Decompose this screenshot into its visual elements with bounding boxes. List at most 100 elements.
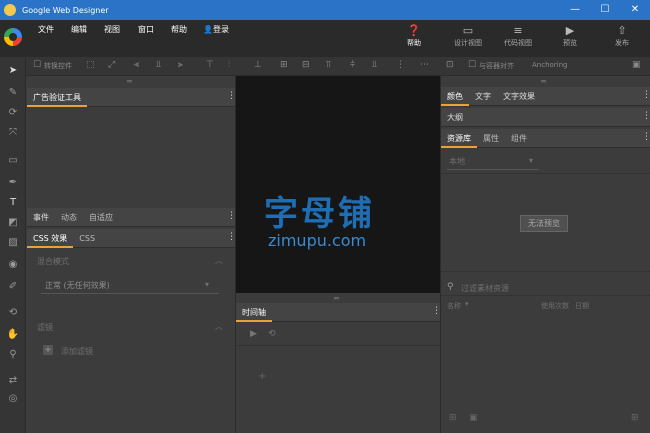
distribute-bottom-icon[interactable]: ⫫ xyxy=(372,60,377,70)
settings-icon[interactable]: ▣ xyxy=(632,60,641,70)
column-usage[interactable]: 使用次数 xyxy=(541,301,569,311)
tab-timeline[interactable]: 时间轴 xyxy=(236,303,272,322)
tab-responsive[interactable]: 自适应 xyxy=(83,208,119,227)
distribute-v-icon[interactable]: ⊟ xyxy=(302,60,310,70)
close-button[interactable]: ✕ xyxy=(620,0,650,20)
folder-icon[interactable]: ▣ xyxy=(469,413,478,423)
selection-tool-icon[interactable]: ➤ xyxy=(6,64,20,78)
more-options-icon[interactable]: ⋮ xyxy=(642,132,650,142)
tab-library[interactable]: 资源库 xyxy=(441,129,477,148)
event-panel-header: 事件 动态 自适应 ⋮ xyxy=(27,208,236,227)
more-options-icon[interactable]: ⋮ xyxy=(227,232,236,242)
tool-palette: ➤ ✎ ⟳ ⤧ ▭ ✒ T ◩ ▨ ◉ ✐ ⟲ ✋ ⚲ ⇄ ◎ xyxy=(0,58,26,433)
color-swap-icon[interactable]: ⇄ xyxy=(6,374,20,388)
panel-divider xyxy=(441,271,650,272)
scale-icon[interactable]: ⤢ xyxy=(108,60,115,70)
sort-arrow-icon[interactable]: ▾ xyxy=(465,300,469,308)
fill-stroke-icon[interactable]: ◎ xyxy=(6,392,20,406)
align-middle-icon[interactable]: ⊥ xyxy=(254,60,262,70)
blend-mode-select[interactable]: 正常 (无任何效果) xyxy=(45,280,110,291)
tab-text-effects[interactable]: 文字效果 xyxy=(497,87,541,106)
tab-css[interactable]: CSS xyxy=(73,229,101,248)
add-asset-icon[interactable]: ⊞ xyxy=(449,413,457,423)
drag-handle-icon[interactable]: ═ xyxy=(541,77,546,86)
path-tool-icon[interactable]: ✒ xyxy=(6,176,20,190)
align-right-icon[interactable]: ⫸ xyxy=(178,60,183,70)
align-top-icon[interactable]: ⊤ xyxy=(206,60,214,70)
tab-text[interactable]: 文字 xyxy=(469,87,497,106)
menu-window[interactable]: 窗口 xyxy=(138,24,154,35)
publish-button[interactable]: ⇧ 发布 xyxy=(600,24,644,48)
more-options-icon[interactable]: ⋮ xyxy=(432,306,441,316)
design-view-button[interactable]: ▭ 设计视图 xyxy=(446,24,490,48)
more-options-icon[interactable]: ⋮ xyxy=(227,91,236,101)
space-h-icon[interactable]: ⋮ xyxy=(396,60,405,70)
gradient-tool-icon[interactable]: ▨ xyxy=(6,236,20,250)
hand-tool-icon[interactable]: ✋ xyxy=(6,328,20,342)
loop-icon[interactable]: ⟲ xyxy=(268,329,276,339)
space-v-icon[interactable]: ⋯ xyxy=(420,60,429,70)
tab-color[interactable]: 颜色 xyxy=(441,87,469,106)
tab-dynamic[interactable]: 动态 xyxy=(55,208,83,227)
translate-tool-icon[interactable]: ⤧ xyxy=(6,126,20,140)
preview-button[interactable]: ▶ 预览 xyxy=(548,24,592,48)
local-source-select[interactable]: 本地 xyxy=(449,156,465,167)
convert-control-checkbox[interactable]: ☐ xyxy=(33,60,41,70)
maximize-button[interactable]: ☐ xyxy=(590,0,620,20)
drag-handle-icon[interactable]: ═ xyxy=(127,77,132,86)
panel-divider xyxy=(441,295,650,296)
menu-file[interactable]: 文件 xyxy=(38,24,54,35)
tab-css-effects[interactable]: CSS 效果 xyxy=(27,229,74,248)
play-icon[interactable]: ▶ xyxy=(250,329,257,339)
column-name[interactable]: 名称 xyxy=(447,301,461,311)
design-stage[interactable] xyxy=(236,76,440,293)
watermark-text: 字母铺 xyxy=(264,194,375,234)
drag-handle-icon[interactable]: ═ xyxy=(334,294,339,303)
distribute-center-icon[interactable]: ⫩ xyxy=(350,60,355,70)
add-folder-icon[interactable]: ⊞ xyxy=(631,413,639,423)
code-view-button[interactable]: ≡ 代码视图 xyxy=(496,24,540,48)
help-button[interactable]: ❓ 帮助 xyxy=(392,24,436,48)
eyedropper-tool-icon[interactable]: ✐ xyxy=(6,280,20,294)
minimize-button[interactable]: — xyxy=(560,0,590,20)
distribute-h-icon[interactable]: ⊞ xyxy=(280,60,288,70)
more-options-icon[interactable]: ⋮ xyxy=(642,111,650,121)
distribute-top-icon[interactable]: ⫪ xyxy=(326,60,331,70)
tab-properties[interactable]: 属性 xyxy=(477,129,505,148)
align-left-icon[interactable]: ⫷ xyxy=(134,60,139,70)
align-center-icon[interactable]: ⫶ xyxy=(228,60,230,70)
size-icon[interactable]: ⊡ xyxy=(446,60,454,70)
3d-tool-icon[interactable]: ⟲ xyxy=(6,306,20,320)
collapse-icon[interactable]: ︿ xyxy=(215,321,223,332)
tag-tool-icon[interactable]: ▭ xyxy=(6,154,20,168)
tab-events[interactable]: 事件 xyxy=(27,208,55,227)
menu-view[interactable]: 视图 xyxy=(104,24,120,35)
dropdown-arrow-icon[interactable]: ▾ xyxy=(529,156,533,165)
more-options-icon[interactable]: ⋮ xyxy=(642,90,650,100)
search-input[interactable]: 过滤素材资源 xyxy=(461,283,509,294)
column-date[interactable]: 日期 xyxy=(575,301,589,311)
code-view-label: 代码视图 xyxy=(504,39,532,47)
text-tool-icon[interactable]: T xyxy=(6,196,20,210)
add-filter-icon[interactable]: + xyxy=(43,345,53,355)
tab-components[interactable]: 组件 xyxy=(505,129,533,148)
menu-help[interactable]: 帮助 xyxy=(171,24,187,35)
tab-outline[interactable]: 大纲 xyxy=(441,108,469,127)
rotate-tool-icon[interactable]: ⟳ xyxy=(6,106,20,120)
add-filter-label[interactable]: 添加滤镜 xyxy=(61,346,93,357)
menu-edit[interactable]: 编辑 xyxy=(71,24,87,35)
zoom-tool-icon[interactable]: ⚲ xyxy=(6,348,20,362)
tab-ad-validator[interactable]: 广告验证工具 xyxy=(27,88,87,107)
align-bottom-icon[interactable]: ⫫ xyxy=(156,60,161,70)
shape-tool-icon[interactable]: ◩ xyxy=(6,216,20,230)
more-options-icon[interactable]: ⋮ xyxy=(227,211,236,221)
transform-icon[interactable]: ⬚ xyxy=(86,60,95,70)
pen-tool-icon[interactable]: ✎ xyxy=(6,86,20,100)
login-button[interactable]: 👤登录 xyxy=(203,24,229,35)
fill-tool-icon[interactable]: ◉ xyxy=(6,258,20,272)
collapse-icon[interactable]: ︿ xyxy=(215,255,223,266)
convert-control-label: 转换控件 xyxy=(44,62,72,70)
align-container-checkbox[interactable]: ☐ xyxy=(468,60,476,70)
dropdown-arrow-icon[interactable]: ▾ xyxy=(205,280,209,289)
add-page-icon[interactable]: + xyxy=(258,371,266,382)
